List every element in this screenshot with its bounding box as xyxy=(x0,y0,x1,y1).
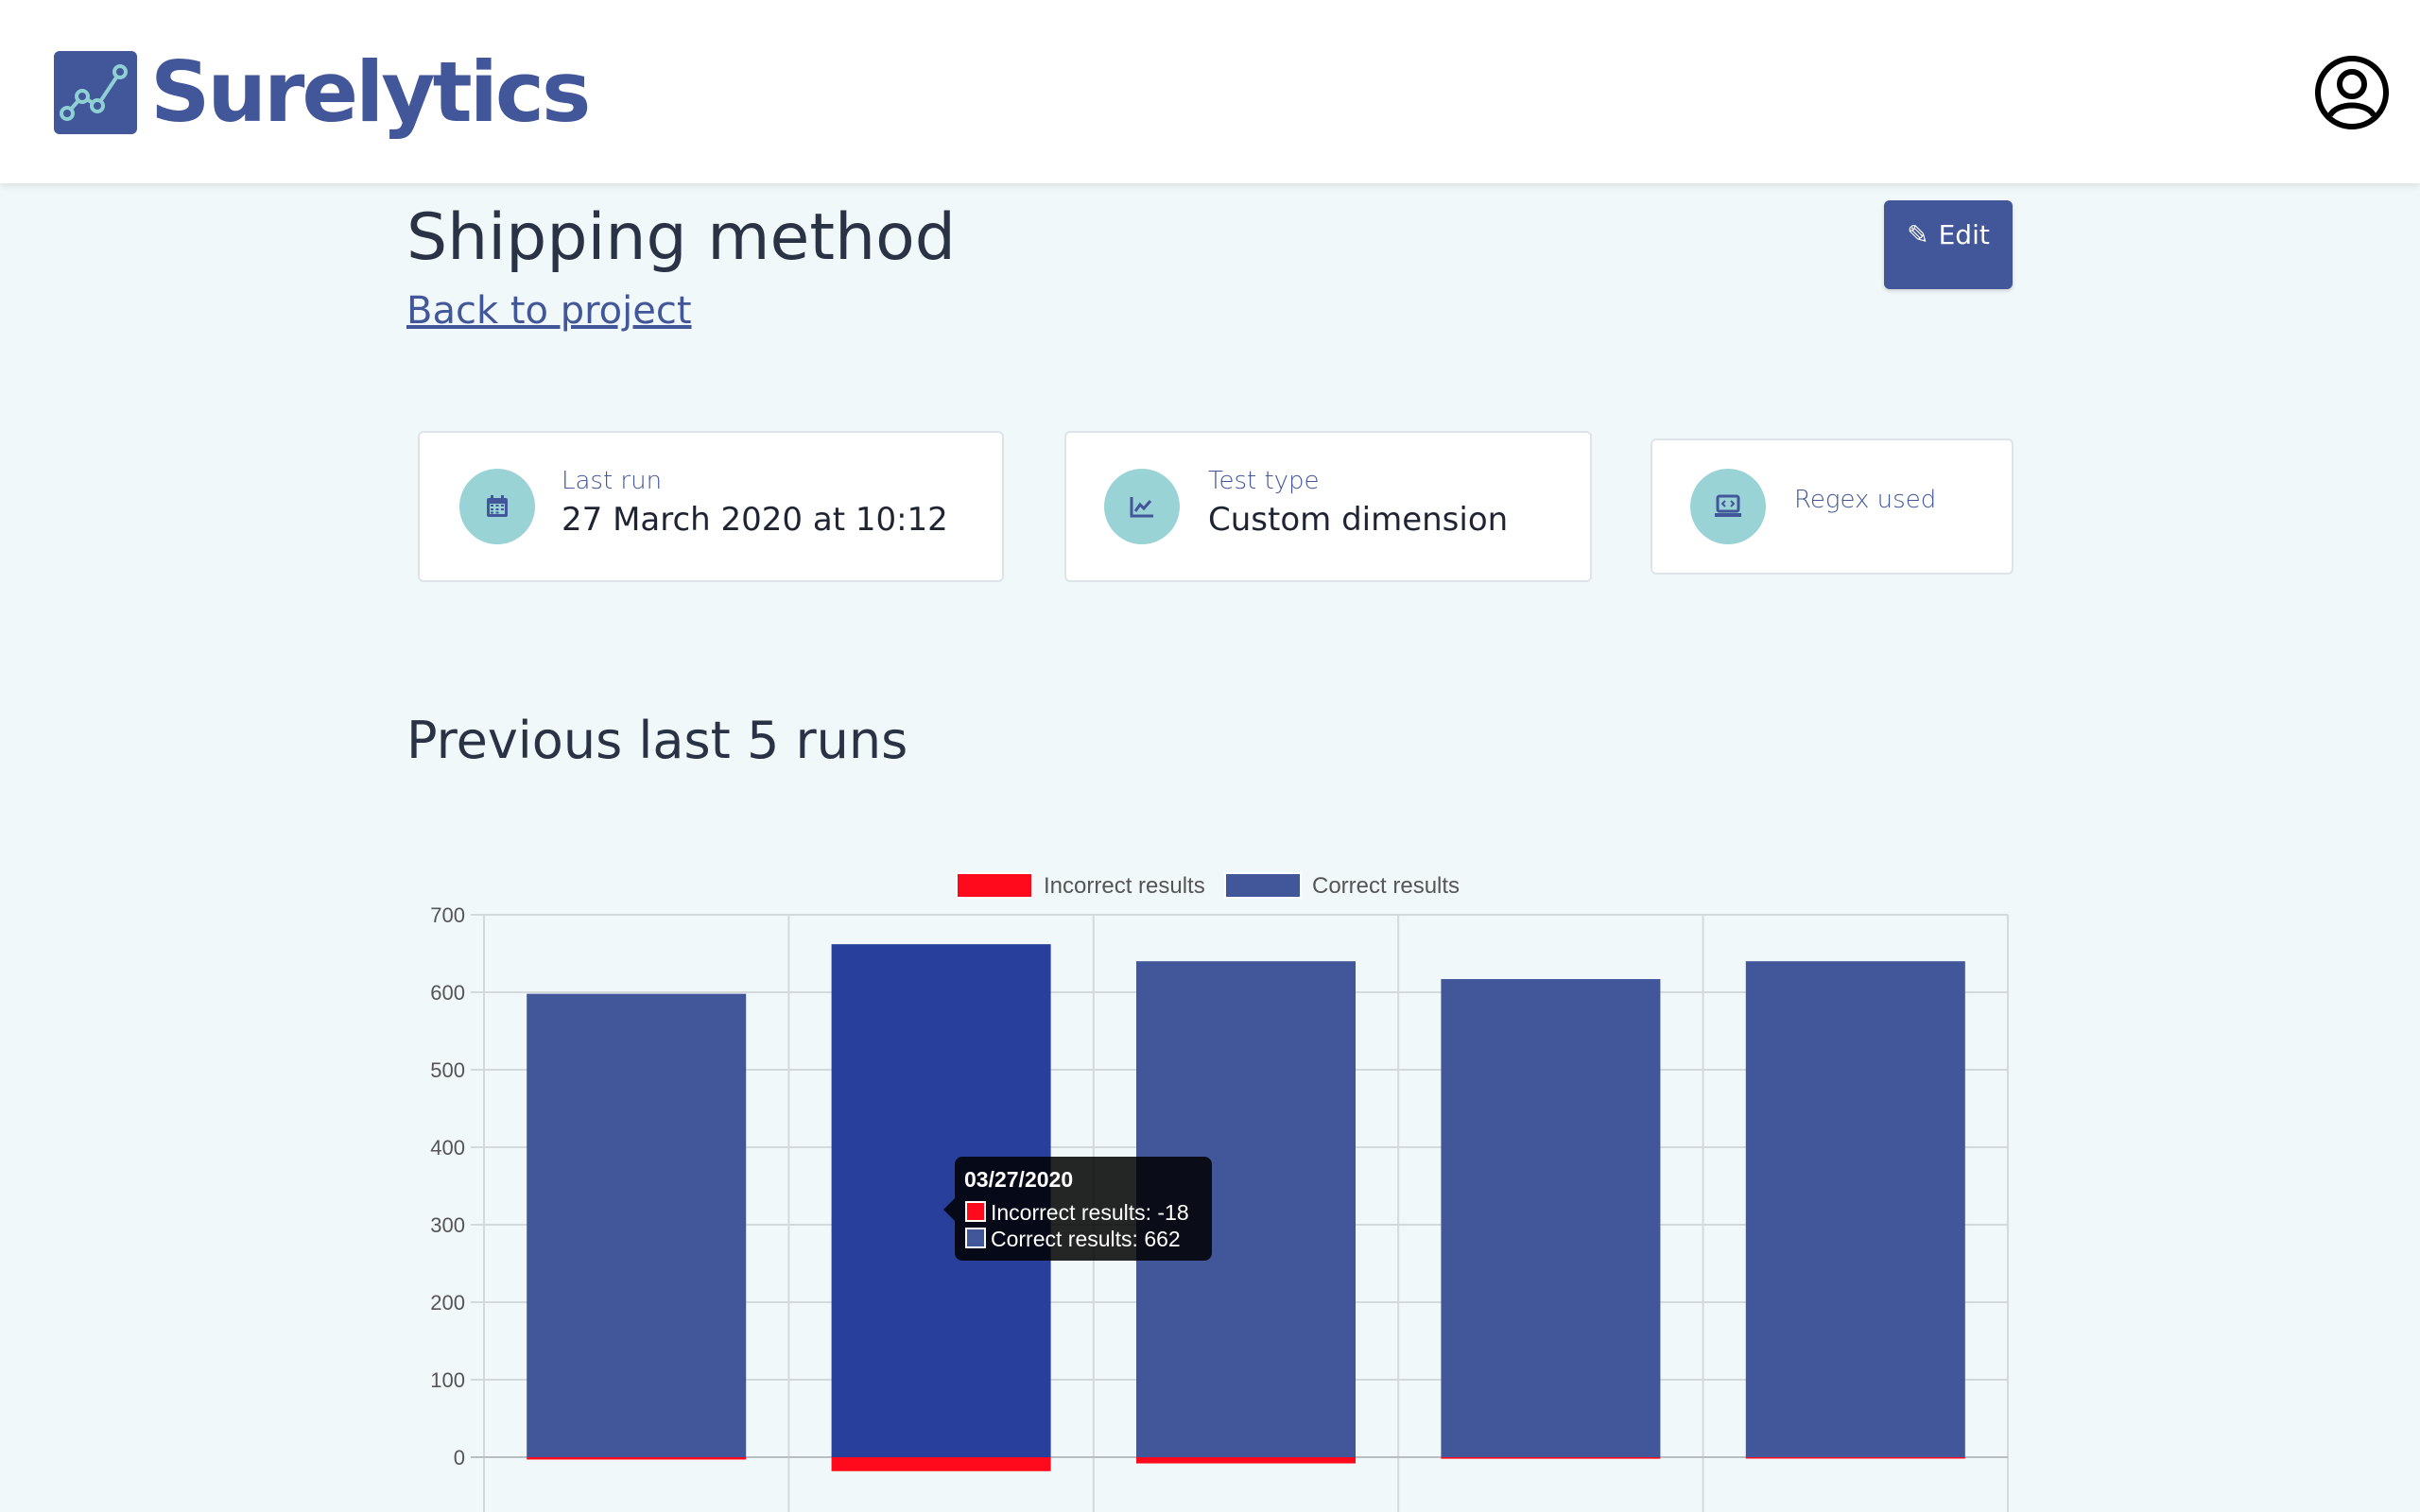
y-tick-label: 600 xyxy=(430,981,465,1005)
legend-swatch-correct xyxy=(1224,872,1302,899)
incorrect-bar xyxy=(1745,1457,1965,1459)
tooltip-swatch-incorrect xyxy=(965,1201,986,1222)
incorrect-bar xyxy=(527,1457,747,1460)
y-tick-label: 100 xyxy=(430,1368,465,1392)
y-tick-label: 400 xyxy=(430,1136,465,1160)
incorrect-bar xyxy=(1441,1457,1661,1459)
y-tick-label: 500 xyxy=(430,1058,465,1082)
y-tick-label: 700 xyxy=(430,903,465,927)
incorrect-bar xyxy=(1136,1457,1356,1464)
correct-bar xyxy=(1745,961,1965,1457)
tooltip-title: 03/27/2020 xyxy=(964,1167,1073,1192)
tooltip-line-incorrect: Incorrect results: -18 xyxy=(991,1200,1189,1225)
y-tick-label: 200 xyxy=(430,1291,465,1314)
y-tick-label: 300 xyxy=(430,1213,465,1237)
tooltip-swatch-correct xyxy=(965,1228,986,1248)
legend-label-incorrect: Incorrect results xyxy=(1044,873,1205,899)
incorrect-bar xyxy=(831,1457,1051,1471)
tooltip-line-correct: Correct results: 662 xyxy=(991,1227,1181,1251)
correct-bar xyxy=(1441,979,1661,1457)
runs-bar-chart[interactable]: 0 100 200 300 400 500 600 700 Incorrect results C… xyxy=(0,0,2420,1512)
correct-bar xyxy=(527,993,747,1457)
legend-label-correct: Correct results xyxy=(1312,873,1460,899)
y-tick-label: 0 xyxy=(454,1446,465,1469)
legend-swatch-incorrect xyxy=(956,872,1033,899)
